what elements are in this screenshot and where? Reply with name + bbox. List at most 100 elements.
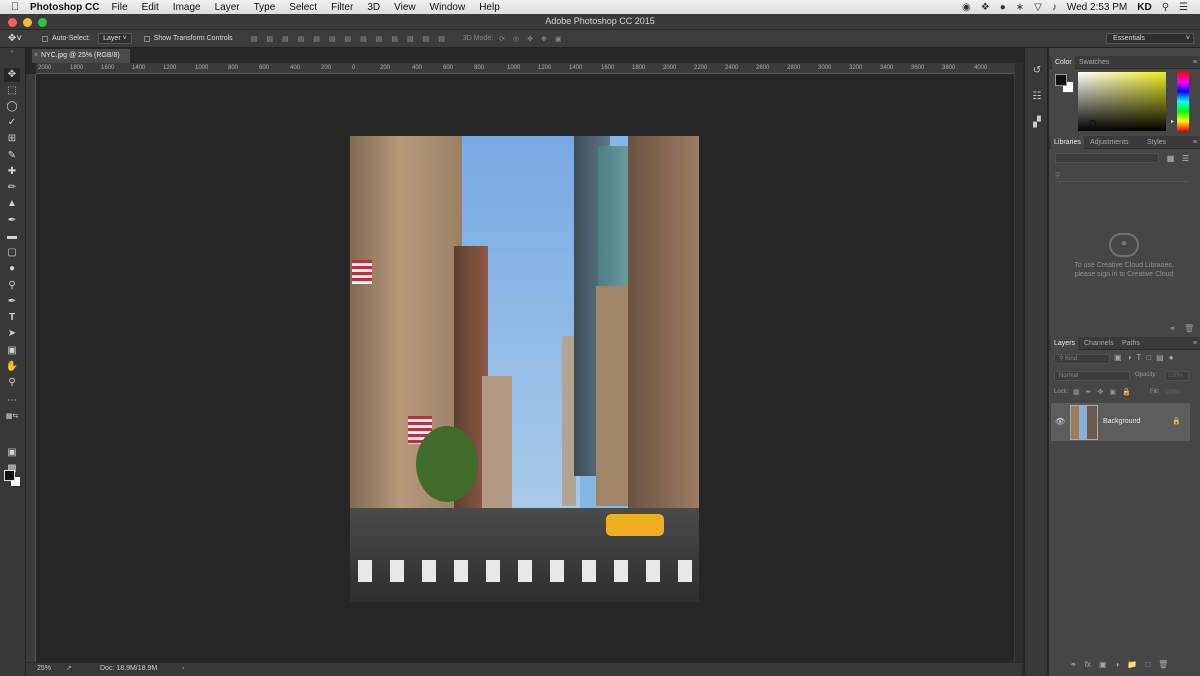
distribute-vertical-center-icon[interactable]: ▤ bbox=[360, 35, 367, 43]
grid-view-icon[interactable]: ▦ bbox=[1166, 154, 1175, 163]
lock-transparent-pixels-icon[interactable]: ▦ bbox=[1073, 388, 1080, 396]
fill-field[interactable]: 100% bbox=[1165, 388, 1189, 398]
type-tool-icon[interactable]: T bbox=[4, 311, 20, 325]
auto-align-layers-icon[interactable]: ▤ bbox=[438, 35, 445, 43]
hue-slider[interactable] bbox=[1177, 72, 1189, 131]
layer-thumbnail[interactable] bbox=[1070, 405, 1098, 440]
notification-center-icon[interactable]: ☰ bbox=[1179, 2, 1188, 13]
tab-libraries[interactable]: Libraries bbox=[1051, 136, 1084, 149]
align-horizontal-center-icon[interactable]: ▤ bbox=[313, 35, 320, 43]
tab-channels[interactable]: Channels bbox=[1084, 337, 1114, 350]
menubar-clock[interactable]: Wed 2:53 PM bbox=[1067, 2, 1127, 13]
auto-select-checkbox[interactable] bbox=[42, 35, 48, 42]
distribute-left-icon[interactable]: ▤ bbox=[391, 35, 398, 43]
menu-3d[interactable]: 3D bbox=[367, 2, 380, 13]
character-panel-icon[interactable]: ▞ bbox=[1030, 116, 1044, 130]
document-image-nyc-street[interactable] bbox=[350, 136, 699, 602]
link-layers-icon[interactable]: ⚭ bbox=[1070, 660, 1077, 669]
layer-lock-icon[interactable]: 🔒 bbox=[1172, 417, 1181, 425]
list-view-icon[interactable]: ☰ bbox=[1181, 154, 1190, 163]
filter-type-icon[interactable]: T bbox=[1136, 353, 1141, 362]
lock-artboards-icon[interactable]: ▣ bbox=[1109, 388, 1116, 396]
horizontal-ruler[interactable]: 2000 1800 1600 1400 1200 1000 800 600 40… bbox=[36, 63, 1014, 74]
tab-styles[interactable]: Styles bbox=[1147, 136, 1166, 149]
align-vertical-center-icon[interactable]: ▤ bbox=[266, 35, 273, 43]
menu-filter[interactable]: Filter bbox=[331, 2, 353, 13]
menu-layer[interactable]: Layer bbox=[215, 2, 240, 13]
marquee-tool-icon[interactable]: ⬚ bbox=[4, 84, 20, 98]
filter-smart-object-icon[interactable]: ▤ bbox=[1156, 353, 1164, 362]
blur-tool-icon[interactable]: ● bbox=[4, 262, 20, 276]
layer-visibility-eye-icon[interactable]: 👁 bbox=[1055, 417, 1065, 426]
lock-all-icon[interactable]: 🔒 bbox=[1122, 388, 1131, 396]
menu-type[interactable]: Type bbox=[254, 2, 276, 13]
quick-mask-icon[interactable]: ▣ bbox=[4, 446, 20, 460]
spotlight-search-icon[interactable]: ⚲ bbox=[1162, 2, 1169, 13]
distribute-top-icon[interactable]: ▤ bbox=[344, 35, 351, 43]
3d-slide-icon[interactable]: ✥ bbox=[541, 35, 547, 43]
zoom-level[interactable]: 25% bbox=[37, 663, 51, 675]
menu-view[interactable]: View bbox=[394, 2, 416, 13]
align-top-icon[interactable]: ▤ bbox=[251, 35, 258, 43]
move-tool-preset-icon[interactable]: ✥˅ bbox=[0, 33, 30, 44]
status-menu-arrow-icon[interactable]: › bbox=[182, 663, 184, 675]
distribute-bottom-icon[interactable]: ▤ bbox=[376, 35, 383, 43]
vertical-ruler[interactable] bbox=[26, 74, 36, 662]
crop-tool-icon[interactable]: ⊞ bbox=[4, 132, 20, 146]
layer-name[interactable]: Background bbox=[1103, 418, 1140, 425]
menubar-user[interactable]: KD bbox=[1137, 2, 1151, 13]
auto-select-target-dropdown[interactable]: Layer ˅ bbox=[98, 33, 132, 44]
filter-adjustment-icon[interactable]: ◑ bbox=[1127, 353, 1132, 362]
healing-brush-tool-icon[interactable]: ✚ bbox=[4, 165, 20, 179]
rectangle-tool-icon[interactable]: ▣ bbox=[4, 344, 20, 358]
color-panel-menu-icon[interactable]: ≡ bbox=[1193, 56, 1197, 69]
3d-scale-icon[interactable]: ▣ bbox=[555, 35, 562, 43]
distribute-right-icon[interactable]: ▤ bbox=[423, 35, 430, 43]
show-transform-controls-checkbox[interactable] bbox=[143, 35, 150, 42]
properties-panel-icon[interactable]: ☷ bbox=[1030, 90, 1044, 104]
distribute-horizontal-center-icon[interactable]: ▤ bbox=[407, 35, 414, 43]
volume-icon[interactable]: ♪ bbox=[1052, 2, 1057, 13]
vertical-scrollbar[interactable] bbox=[1014, 63, 1022, 662]
align-right-icon[interactable]: ▤ bbox=[329, 35, 336, 43]
menu-image[interactable]: Image bbox=[173, 2, 201, 13]
zoom-tool-icon[interactable]: ⚲ bbox=[4, 376, 20, 390]
layer-filter-kind[interactable]: ⚲ Kind bbox=[1054, 354, 1110, 364]
3d-orbit-icon[interactable]: ⟳ bbox=[499, 35, 505, 43]
hand-tool-icon[interactable]: ✋ bbox=[4, 360, 20, 374]
add-layer-mask-icon[interactable]: ▣ bbox=[1099, 660, 1107, 669]
history-panel-icon[interactable]: ↺ bbox=[1030, 64, 1044, 78]
library-trash-icon[interactable]: 🗑 bbox=[1184, 324, 1194, 333]
menu-select[interactable]: Select bbox=[289, 2, 317, 13]
eraser-tool-icon[interactable]: ▬ bbox=[4, 230, 20, 244]
pen-tool-icon[interactable]: ✒ bbox=[4, 295, 20, 309]
panel-collapse-icon[interactable]: » bbox=[4, 48, 20, 56]
menu-window[interactable]: Window bbox=[430, 2, 466, 13]
new-layer-icon[interactable]: □ bbox=[1145, 660, 1150, 669]
align-left-icon[interactable]: ▤ bbox=[298, 35, 305, 43]
delete-layer-icon[interactable]: 🗑 bbox=[1158, 660, 1168, 669]
wifi-icon[interactable]: ▽ bbox=[1034, 2, 1042, 13]
filter-toggle-icon[interactable]: ● bbox=[1169, 353, 1174, 362]
creative-cloud-icon[interactable]: ● bbox=[1000, 2, 1006, 13]
lasso-tool-icon[interactable]: ◯ bbox=[4, 100, 20, 114]
dropbox-icon[interactable]: ❖ bbox=[981, 2, 990, 13]
libraries-panel-menu-icon[interactable]: ≡ bbox=[1193, 136, 1197, 149]
path-selection-tool-icon[interactable]: ➤ bbox=[4, 327, 20, 341]
brush-tool-icon[interactable]: ✏ bbox=[4, 181, 20, 195]
move-tool-icon[interactable]: ✥ bbox=[4, 68, 20, 82]
lock-position-icon[interactable]: ✥ bbox=[1098, 388, 1104, 396]
3d-roll-icon[interactable]: ◎ bbox=[513, 35, 519, 43]
tab-paths[interactable]: Paths bbox=[1122, 337, 1140, 350]
screen-recorder-icon[interactable]: ◉ bbox=[962, 2, 971, 13]
bluetooth-icon[interactable]: ∗ bbox=[1016, 2, 1024, 13]
new-group-icon[interactable]: 📁 bbox=[1127, 660, 1137, 669]
blend-mode-dropdown[interactable]: Normal bbox=[1054, 371, 1130, 381]
eyedropper-tool-icon[interactable]: ✎ bbox=[4, 149, 20, 163]
menu-edit[interactable]: Edit bbox=[142, 2, 159, 13]
color-picker-marker[interactable] bbox=[1089, 120, 1096, 127]
creative-cloud-sync-icon[interactable]: ⚭ bbox=[1169, 324, 1176, 333]
opacity-field[interactable]: 100% bbox=[1165, 371, 1189, 381]
more-tools-icon[interactable]: ⋯ bbox=[4, 394, 20, 408]
library-selector[interactable] bbox=[1055, 153, 1159, 163]
